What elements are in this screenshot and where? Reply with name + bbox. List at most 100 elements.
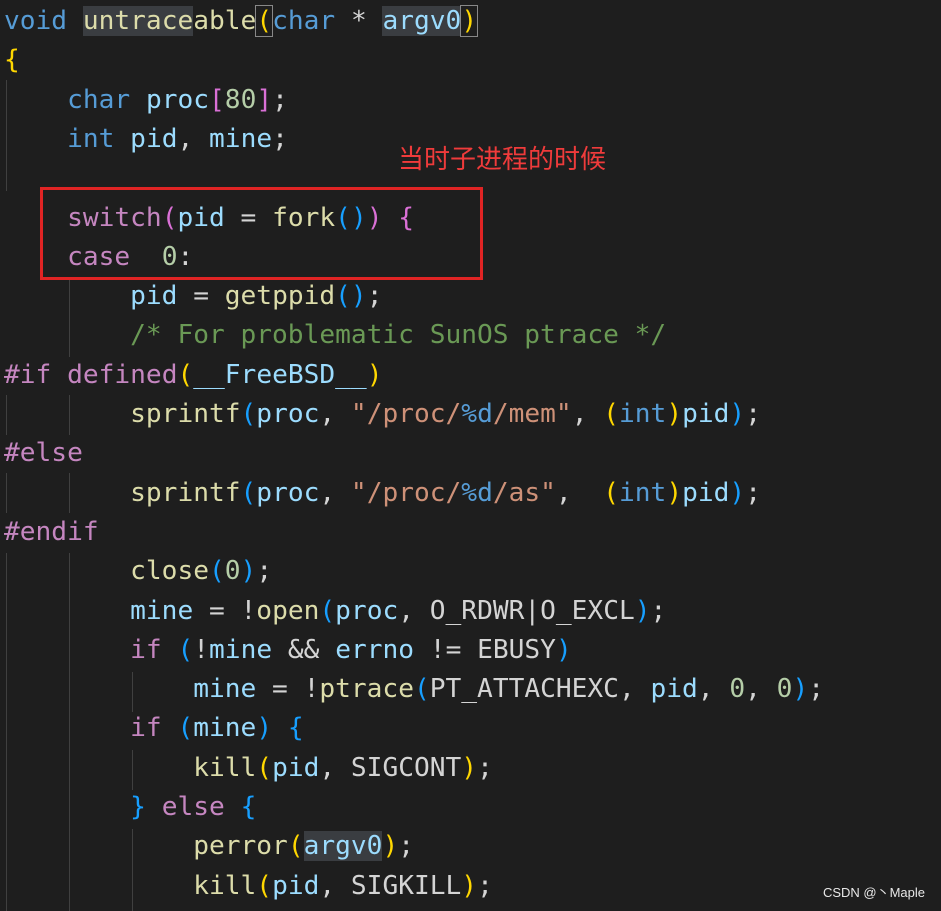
code-line[interactable]: kill(pid, SIGCONT); (4, 749, 493, 788)
code-token: ) (729, 477, 746, 508)
code-token: #else (4, 438, 83, 469)
code-line[interactable]: if (mine) { (4, 709, 304, 748)
code-token: untrace (82, 6, 194, 36)
code-token: pid (130, 123, 178, 154)
code-token: proc (256, 399, 320, 429)
code-token: pid (272, 752, 320, 783)
code-editor[interactable]: void untraceable(char * argv0) { char pro… (0, 0, 941, 911)
code-token: ( (256, 752, 273, 783)
code-token: ; (272, 123, 288, 154)
code-token: ; (745, 477, 761, 508)
code-token: { (4, 45, 20, 76)
code-line[interactable]: sprintf(proc, "/proc/%d/mem", (int)pid); (4, 395, 761, 434)
code-token: mine (193, 713, 257, 744)
code-token: ) (634, 595, 651, 626)
code-token: 80 (224, 84, 257, 115)
code-line[interactable]: mine = !ptrace(PT_ATTACHEXC, pid, 0, 0); (4, 670, 824, 709)
code-token: 0 (224, 556, 241, 587)
code-line[interactable]: pid = getppid(); (4, 277, 382, 316)
code-token: ) (666, 477, 683, 508)
code-token: , (555, 477, 604, 508)
code-token: proc (335, 595, 399, 626)
code-token: { (240, 792, 257, 822)
code-token: ] (256, 84, 273, 115)
code-line[interactable]: mine = !open(proc, O_RDWR|O_EXCL); (4, 592, 666, 631)
code-token: defined (67, 359, 178, 390)
code-token: ptrace (319, 674, 414, 705)
code-token: ; (366, 281, 383, 312)
code-token: proc (256, 477, 320, 508)
code-token: = ! (256, 674, 320, 705)
code-token: ; (808, 674, 825, 705)
code-line[interactable]: #else (4, 434, 83, 473)
code-token: kill (193, 752, 257, 783)
code-token: ) (461, 870, 478, 901)
code-token: pid (130, 281, 178, 312)
code-token: open (256, 595, 320, 626)
code-token: ( (240, 399, 257, 429)
code-token: , SIGCONT (319, 752, 462, 783)
code-line[interactable]: /* For problematic SunOS ptrace */ (4, 316, 666, 355)
code-token: ( (287, 831, 304, 862)
code-token: , (697, 674, 730, 705)
code-line[interactable]: void untraceable(char * argv0) (4, 2, 479, 41)
code-line[interactable]: { (4, 41, 20, 80)
code-token: ( (255, 5, 274, 37)
code-token: ) (555, 634, 572, 665)
code-token: #endif (4, 516, 99, 547)
code-line[interactable]: if (!mine && errno != EBUSY) (4, 631, 572, 670)
code-line[interactable]: int pid, mine; (4, 120, 288, 159)
code-token: = (177, 281, 225, 312)
code-token: ( (177, 359, 194, 390)
code-token: ( (319, 595, 336, 626)
code-token: , (319, 399, 351, 429)
code-token: ) (666, 399, 683, 429)
code-token: void (4, 6, 68, 36)
code-token: char (272, 6, 336, 36)
code-token: ) (461, 752, 478, 783)
code-line[interactable]: perror(argv0); (4, 827, 414, 866)
code-token: errno (335, 634, 415, 665)
code-token: perror (193, 831, 288, 862)
code-token: ; (272, 84, 288, 115)
code-token: else (161, 792, 225, 822)
code-token: sprintf (130, 477, 241, 508)
code-token: ) (792, 674, 809, 705)
code-token: = ! (193, 595, 257, 626)
code-token: 0 (729, 674, 746, 705)
code-line[interactable]: } else { (4, 788, 256, 827)
code-line[interactable]: #endif (4, 513, 99, 552)
code-token: , SIGKILL (319, 870, 462, 901)
code-token: != EBUSY (414, 634, 556, 665)
code-line[interactable]: close(0); (4, 552, 272, 591)
code-token: kill (193, 870, 257, 901)
code-line[interactable]: kill(pid, SIGKILL); (4, 867, 493, 906)
code-token: getppid (224, 281, 336, 312)
code-token: ) (729, 399, 746, 429)
code-token: "/proc/ (350, 399, 462, 429)
code-line[interactable]: sprintf(proc, "/proc/%d/as", (int)pid); (4, 474, 761, 513)
code-token: pid (682, 477, 730, 508)
code-token: { (287, 713, 304, 744)
code-line[interactable]: #if defined(__FreeBSD__) (4, 356, 382, 395)
code-token: ! (193, 634, 210, 665)
code-token: /* For problematic SunOS ptrace */ (130, 320, 667, 351)
code-line[interactable]: char proc[80]; (4, 81, 288, 120)
